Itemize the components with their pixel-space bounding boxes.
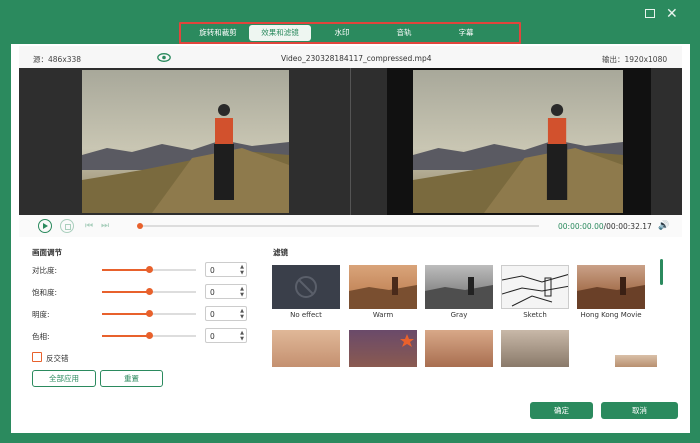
close-icon[interactable]: ✕	[666, 7, 678, 21]
tab-subtitle[interactable]: 字幕	[435, 25, 497, 41]
file-name: Video_230328184117_compressed.mp4	[281, 54, 432, 63]
filter-thumb-row2-1[interactable]	[272, 330, 340, 367]
maximize-icon[interactable]	[645, 9, 655, 18]
filter-thumb-row2-5[interactable]	[615, 355, 657, 367]
apply-all-button[interactable]: 全部应用	[32, 370, 96, 387]
brightness-row: 明度: 0 ▲ ▼	[32, 306, 262, 322]
output-preview	[387, 68, 651, 215]
contrast-slider[interactable]	[102, 266, 196, 273]
filters-title: 滤镜	[273, 248, 288, 257]
hue-stepper[interactable]: 0 ▲ ▼	[205, 328, 247, 343]
deinterlace-checkbox[interactable]	[32, 352, 42, 362]
brightness-slider-handle[interactable]	[146, 310, 153, 317]
filter-thumb-warm[interactable]	[349, 265, 417, 309]
picture-adjust-title: 画面调节	[32, 248, 62, 257]
cancel-button[interactable]: 取消	[601, 402, 678, 419]
contrast-slider-handle[interactable]	[146, 266, 153, 273]
hue-label: 色相:	[32, 332, 50, 341]
contrast-stepper[interactable]: 0 ▲ ▼	[205, 262, 247, 277]
filter-thumb-no-effect[interactable]	[272, 265, 340, 309]
stepper-down-icon[interactable]: ▼	[240, 314, 244, 320]
volume-icon[interactable]: 🔊	[658, 221, 669, 231]
next-frame-icon[interactable]: ⏭	[101, 221, 109, 231]
tab-effects-filters[interactable]: 效果和滤镜	[249, 25, 311, 41]
stop-icon[interactable]	[60, 219, 74, 233]
no-effect-icon	[295, 276, 317, 298]
contrast-label: 对比度:	[32, 266, 58, 275]
tab-audio-track[interactable]: 音轨	[373, 25, 435, 41]
filter-label-hong-kong-movie: Hong Kong Movie	[580, 311, 642, 319]
brightness-slider-fill	[102, 313, 149, 315]
saturation-label: 饱和度:	[32, 288, 58, 297]
original-preview-image	[82, 70, 289, 213]
output-resolution: 输出：1920x1080	[602, 55, 668, 64]
tab-watermark[interactable]: 水印	[311, 25, 373, 41]
current-time: 00:00:00.00	[558, 222, 604, 231]
saturation-slider-handle[interactable]	[146, 288, 153, 295]
gray-thumb-image	[425, 277, 493, 309]
hue-value[interactable]: 0	[210, 332, 215, 341]
hong-kong-movie-thumb-image	[577, 277, 645, 309]
previous-frame-icon[interactable]: ⏮	[85, 221, 93, 231]
eye-icon[interactable]	[157, 53, 171, 62]
deinterlace-label: 反交错	[46, 354, 69, 363]
seek-handle[interactable]	[137, 223, 143, 229]
play-icon[interactable]	[38, 219, 52, 233]
star-icon	[400, 334, 414, 347]
filter-thumb-row2-3[interactable]	[425, 330, 493, 367]
filter-thumb-sketch[interactable]	[501, 265, 569, 309]
saturation-slider-fill	[102, 291, 149, 293]
saturation-row: 饱和度: 0 ▲ ▼	[32, 284, 262, 300]
source-resolution: 源：486x338	[33, 55, 82, 64]
total-time: /00:00:32.17	[603, 222, 652, 231]
brightness-stepper[interactable]: 0 ▲ ▼	[205, 306, 247, 321]
brightness-value[interactable]: 0	[210, 310, 215, 319]
contrast-row: 对比度: 0 ▲ ▼	[32, 262, 262, 278]
seek-bar[interactable]	[137, 223, 539, 229]
stepper-down-icon[interactable]: ▼	[240, 270, 244, 276]
brightness-slider[interactable]	[102, 310, 196, 317]
saturation-stepper[interactable]: 0 ▲ ▼	[205, 284, 247, 299]
filters-scrollbar[interactable]	[660, 259, 663, 285]
playback-controls: ⏮ ⏭ 00:00:00.00/00:00:32.17 🔊	[19, 215, 682, 237]
hue-slider-fill	[102, 335, 149, 337]
hue-slider-handle[interactable]	[146, 332, 153, 339]
saturation-slider[interactable]	[102, 288, 196, 295]
saturation-value[interactable]: 0	[210, 288, 215, 297]
contrast-value[interactable]: 0	[210, 266, 215, 275]
reset-button[interactable]: 重置	[100, 370, 163, 387]
ok-button[interactable]: 确定	[530, 402, 593, 419]
info-bar: 源：486x338 Video_230328184117_compressed.…	[19, 46, 682, 68]
filter-thumb-row2-4[interactable]	[501, 330, 569, 367]
filter-thumb-hong-kong-movie[interactable]	[577, 265, 645, 309]
tab-bar: 旋转和裁剪 效果和滤镜 水印 音轨 字幕	[179, 22, 521, 44]
hue-slider[interactable]	[102, 332, 196, 339]
output-preview-image	[413, 70, 623, 213]
stepper-down-icon[interactable]: ▼	[240, 292, 244, 298]
warm-thumb-image	[349, 277, 417, 309]
contrast-slider-fill	[102, 269, 149, 271]
tab-rotate-crop[interactable]: 旋转和裁剪	[187, 25, 249, 41]
preview-divider	[350, 68, 351, 215]
filter-thumb-row2-2[interactable]	[349, 330, 417, 367]
filter-thumb-gray[interactable]	[425, 265, 493, 309]
time-display: 00:00:00.00/00:00:32.17	[558, 222, 652, 231]
video-preview	[19, 68, 682, 215]
hue-row: 色相: 0 ▲ ▼	[32, 328, 262, 344]
editor-panel: 源：486x338 Video_230328184117_compressed.…	[11, 44, 690, 433]
stepper-down-icon[interactable]: ▼	[240, 336, 244, 342]
sketch-thumb-image	[502, 274, 568, 307]
brightness-label: 明度:	[32, 310, 50, 319]
